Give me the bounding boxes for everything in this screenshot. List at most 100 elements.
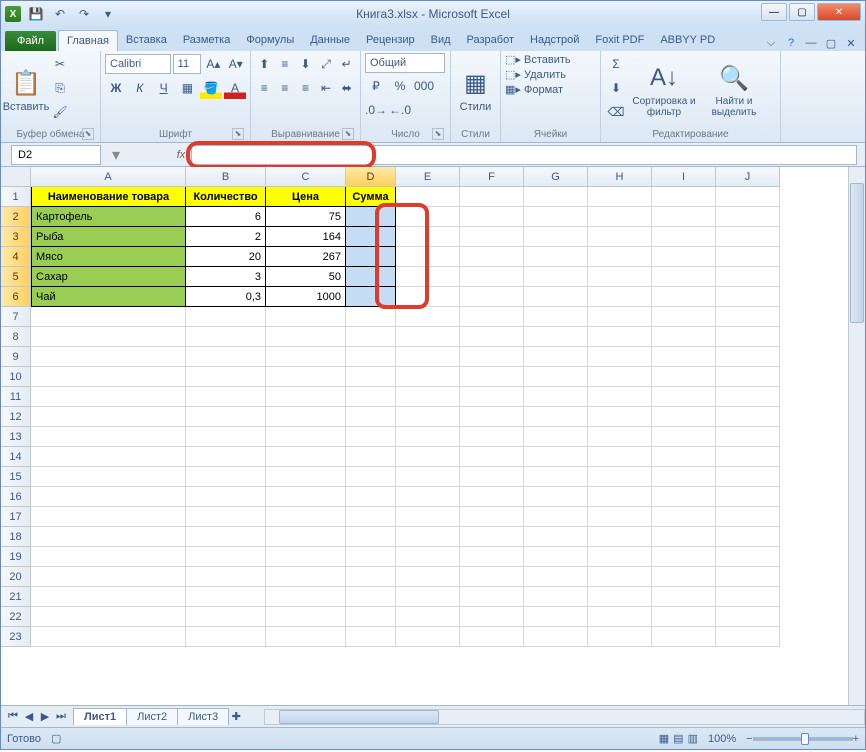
cell[interactable] <box>31 487 186 507</box>
cell[interactable] <box>524 247 588 267</box>
cell[interactable] <box>346 267 396 287</box>
cell[interactable] <box>396 507 460 527</box>
cell[interactable] <box>588 547 652 567</box>
cell[interactable] <box>460 187 524 207</box>
cell[interactable]: 1000 <box>266 287 346 307</box>
macro-record-icon[interactable]: ▢ <box>51 732 61 745</box>
row-header[interactable]: 1 <box>1 187 31 207</box>
row-header[interactable]: 11 <box>1 387 31 407</box>
cell[interactable] <box>266 367 346 387</box>
cell[interactable]: 0,3 <box>186 287 266 307</box>
cell[interactable] <box>186 527 266 547</box>
cell[interactable] <box>652 287 716 307</box>
file-tab[interactable]: Файл <box>5 31 56 51</box>
row-header[interactable]: 22 <box>1 607 31 627</box>
clear-button[interactable]: ⌫ <box>605 101 627 123</box>
cell[interactable] <box>460 627 524 647</box>
cell[interactable] <box>652 267 716 287</box>
row-header[interactable]: 18 <box>1 527 31 547</box>
cell[interactable] <box>186 347 266 367</box>
align-right-button[interactable]: ≡ <box>296 77 315 99</box>
cell[interactable] <box>716 327 780 347</box>
cell[interactable]: Количество <box>186 187 266 207</box>
cell[interactable] <box>460 247 524 267</box>
cell[interactable] <box>524 287 588 307</box>
cell[interactable] <box>266 527 346 547</box>
comma-button[interactable]: 000 <box>413 75 435 97</box>
cell[interactable] <box>346 427 396 447</box>
ribbon-tab[interactable]: Формулы <box>238 30 302 51</box>
insert-cells-button[interactable]: ⬚▸ Вставить <box>505 53 571 66</box>
zoom-slider[interactable] <box>753 737 853 741</box>
ribbon-tab[interactable]: Разработ <box>459 30 522 51</box>
minimize-ribbon-icon[interactable]: ⌵ <box>763 35 779 51</box>
italic-button[interactable]: К <box>129 77 151 99</box>
cell[interactable]: 267 <box>266 247 346 267</box>
cell[interactable]: Сахар <box>31 267 186 287</box>
cell[interactable] <box>346 527 396 547</box>
cell[interactable] <box>716 307 780 327</box>
cell[interactable] <box>524 527 588 547</box>
cell[interactable] <box>396 207 460 227</box>
copy-button[interactable]: ⎘ <box>49 77 71 99</box>
minimize-button[interactable]: — <box>761 3 787 21</box>
border-button[interactable]: ▦ <box>176 77 198 99</box>
sheet-tab[interactable]: Лист3 <box>177 708 229 725</box>
increase-font-button[interactable]: A▴ <box>203 53 223 75</box>
row-header[interactable]: 14 <box>1 447 31 467</box>
sheet-tab[interactable]: Лист2 <box>126 708 178 725</box>
cell[interactable] <box>716 407 780 427</box>
cell[interactable] <box>524 607 588 627</box>
cell[interactable] <box>396 547 460 567</box>
cell[interactable] <box>524 327 588 347</box>
cell[interactable] <box>460 607 524 627</box>
cell[interactable] <box>588 267 652 287</box>
worksheet-grid[interactable]: ABCDEFGHIJ 12345678910111213141516171819… <box>1 167 865 705</box>
row-header[interactable]: 19 <box>1 547 31 567</box>
cell[interactable] <box>716 187 780 207</box>
cell[interactable] <box>524 387 588 407</box>
cell[interactable] <box>396 527 460 547</box>
ribbon-tab[interactable]: Данные <box>302 30 358 51</box>
cell[interactable] <box>524 467 588 487</box>
cell[interactable] <box>186 567 266 587</box>
format-painter-button[interactable]: 🖌 <box>49 101 71 123</box>
cell[interactable] <box>588 567 652 587</box>
row-header[interactable]: 7 <box>1 307 31 327</box>
currency-button[interactable]: ₽ <box>365 75 387 97</box>
cell[interactable] <box>652 547 716 567</box>
cell[interactable] <box>588 627 652 647</box>
cell[interactable] <box>186 427 266 447</box>
cell[interactable] <box>396 227 460 247</box>
column-header[interactable]: I <box>652 167 716 187</box>
cell[interactable] <box>31 507 186 527</box>
cell[interactable] <box>396 247 460 267</box>
find-select-button[interactable]: 🔍 Найти и выделить <box>701 53 767 127</box>
cell[interactable] <box>652 327 716 347</box>
cell[interactable] <box>31 407 186 427</box>
help-icon[interactable]: ? <box>783 35 799 51</box>
cell[interactable] <box>716 527 780 547</box>
cell[interactable] <box>524 547 588 567</box>
cell[interactable] <box>396 607 460 627</box>
cell[interactable] <box>266 627 346 647</box>
cell[interactable] <box>186 387 266 407</box>
cell[interactable] <box>588 487 652 507</box>
workbook-restore-icon[interactable]: ▢ <box>823 35 839 51</box>
cell[interactable] <box>588 187 652 207</box>
paste-button[interactable]: 📋 Вставить <box>5 53 47 127</box>
ribbon-tab[interactable]: Foxit PDF <box>587 30 652 51</box>
cell[interactable] <box>588 307 652 327</box>
cell[interactable] <box>588 467 652 487</box>
cell[interactable] <box>524 407 588 427</box>
scroll-thumb[interactable] <box>850 183 864 323</box>
cell[interactable] <box>588 227 652 247</box>
cell[interactable] <box>266 547 346 567</box>
cell[interactable] <box>186 447 266 467</box>
autosum-button[interactable]: Σ <box>605 53 627 75</box>
fill-button[interactable]: ⬇ <box>605 77 627 99</box>
cell[interactable] <box>652 607 716 627</box>
cell[interactable] <box>716 587 780 607</box>
cell[interactable] <box>524 267 588 287</box>
cell[interactable] <box>460 327 524 347</box>
